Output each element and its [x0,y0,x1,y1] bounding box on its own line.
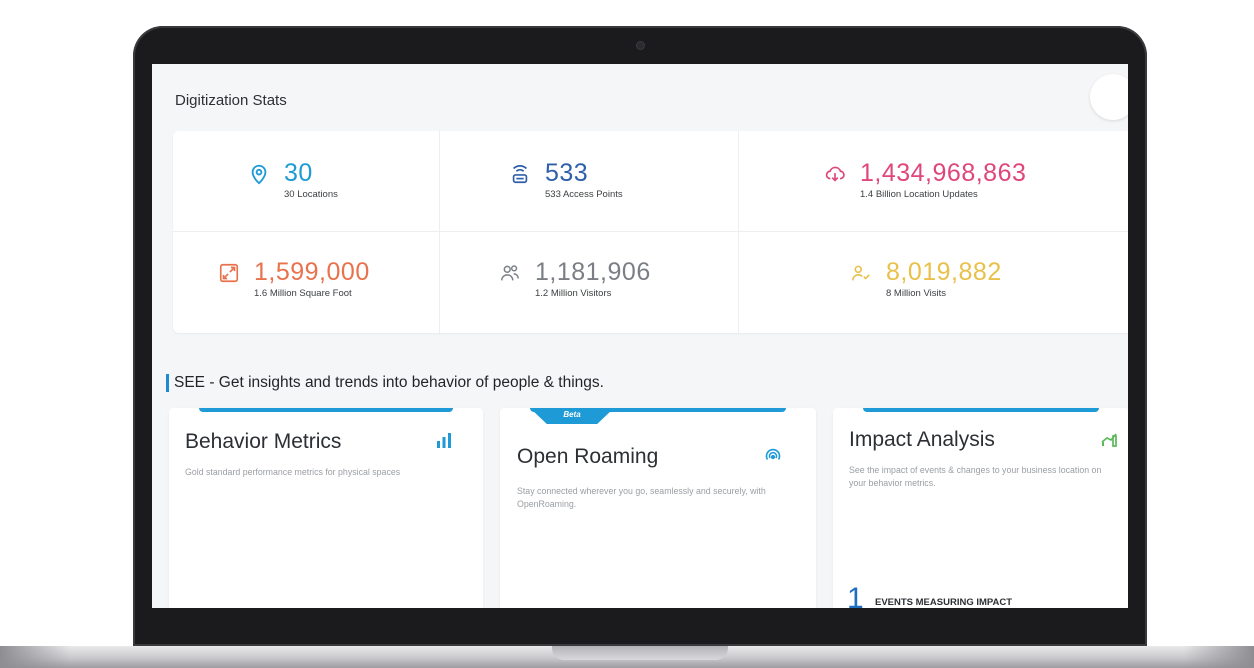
card-title: Open Roaming [517,445,659,468]
card-title: Behavior Metrics [185,430,342,453]
stat-square-foot[interactable]: 1,599,000 1.6 Million Square Foot [218,258,370,299]
laptop-notch [552,646,728,660]
events-label: EVENTS MEASURING IMPACT [875,597,1013,608]
stat-label: 533 Access Points [545,189,623,200]
laptop-mockup: Digitization Stats 30 30 Locations 533 5… [0,0,1254,668]
stat-value: 1,181,906 [535,258,651,286]
stat-value: 1,599,000 [254,258,370,286]
beta-badge: Beta [530,408,614,424]
card-title: Impact Analysis [849,428,995,451]
card-description: Stay connected wherever you go, seamless… [517,486,766,509]
stat-location-updates[interactable]: 1,434,968,863 1.4 Billion Location Updat… [824,159,1026,200]
visitors-icon [499,262,521,284]
expand-area-icon [218,262,240,284]
laptop-base-edge [0,646,70,668]
section-accent-bar [166,374,169,392]
impact-chart-icon [1100,430,1118,448]
screen: Digitization Stats 30 30 Locations 533 5… [152,64,1128,608]
stat-locations[interactable]: 30 30 Locations [248,159,338,200]
roaming-signal-icon [764,448,782,466]
cloud-update-icon [824,163,846,185]
bar-chart-icon [435,432,453,450]
page-title: Digitization Stats [175,92,287,109]
stat-value: 1,434,968,863 [860,159,1027,187]
stat-label: 8 Million Visits [886,288,947,299]
card-open-roaming[interactable]: Beta Open Roaming Stay connected whereve… [500,408,816,608]
location-pin-icon [248,163,270,185]
stat-label: 30 Locations [284,189,338,200]
stat-value: 30 [284,159,313,187]
stat-label: 1.2 Million Visitors [535,288,612,299]
divider [439,131,440,333]
card-description: See the impact of events & changes to yo… [849,465,1102,488]
events-count: 1 [847,582,864,608]
stat-access-points[interactable]: 533 533 Access Points [509,159,623,200]
stat-visitors[interactable]: 1,181,906 1.2 Million Visitors [499,258,651,299]
stat-visits[interactable]: 8,019,882 8 Million Visits [850,258,1002,299]
stat-value: 8,019,882 [886,258,1002,286]
card-accent [863,408,1099,412]
divider [738,131,739,333]
card-accent [199,408,453,412]
card-impact-analysis[interactable]: Impact Analysis See the impact of events… [833,408,1128,608]
card-behavior-metrics[interactable]: Behavior Metrics Gold standard performan… [169,408,483,608]
stat-label: 1.6 Million Square Foot [254,288,352,299]
help-button[interactable] [1090,74,1128,120]
stat-value: 533 [545,159,589,187]
visits-icon [850,262,872,284]
stats-panel: 30 30 Locations 533 533 Access Points 1,… [173,131,1128,333]
stat-label: 1.4 Billion Location Updates [860,189,978,200]
camera-icon [637,42,644,49]
section-title: SEE - Get insights and trends into behav… [174,374,604,391]
divider [173,231,1128,232]
laptop-base-edge [1184,646,1254,668]
access-point-icon [509,163,531,185]
card-description: Gold standard performance metrics for ph… [185,467,401,477]
